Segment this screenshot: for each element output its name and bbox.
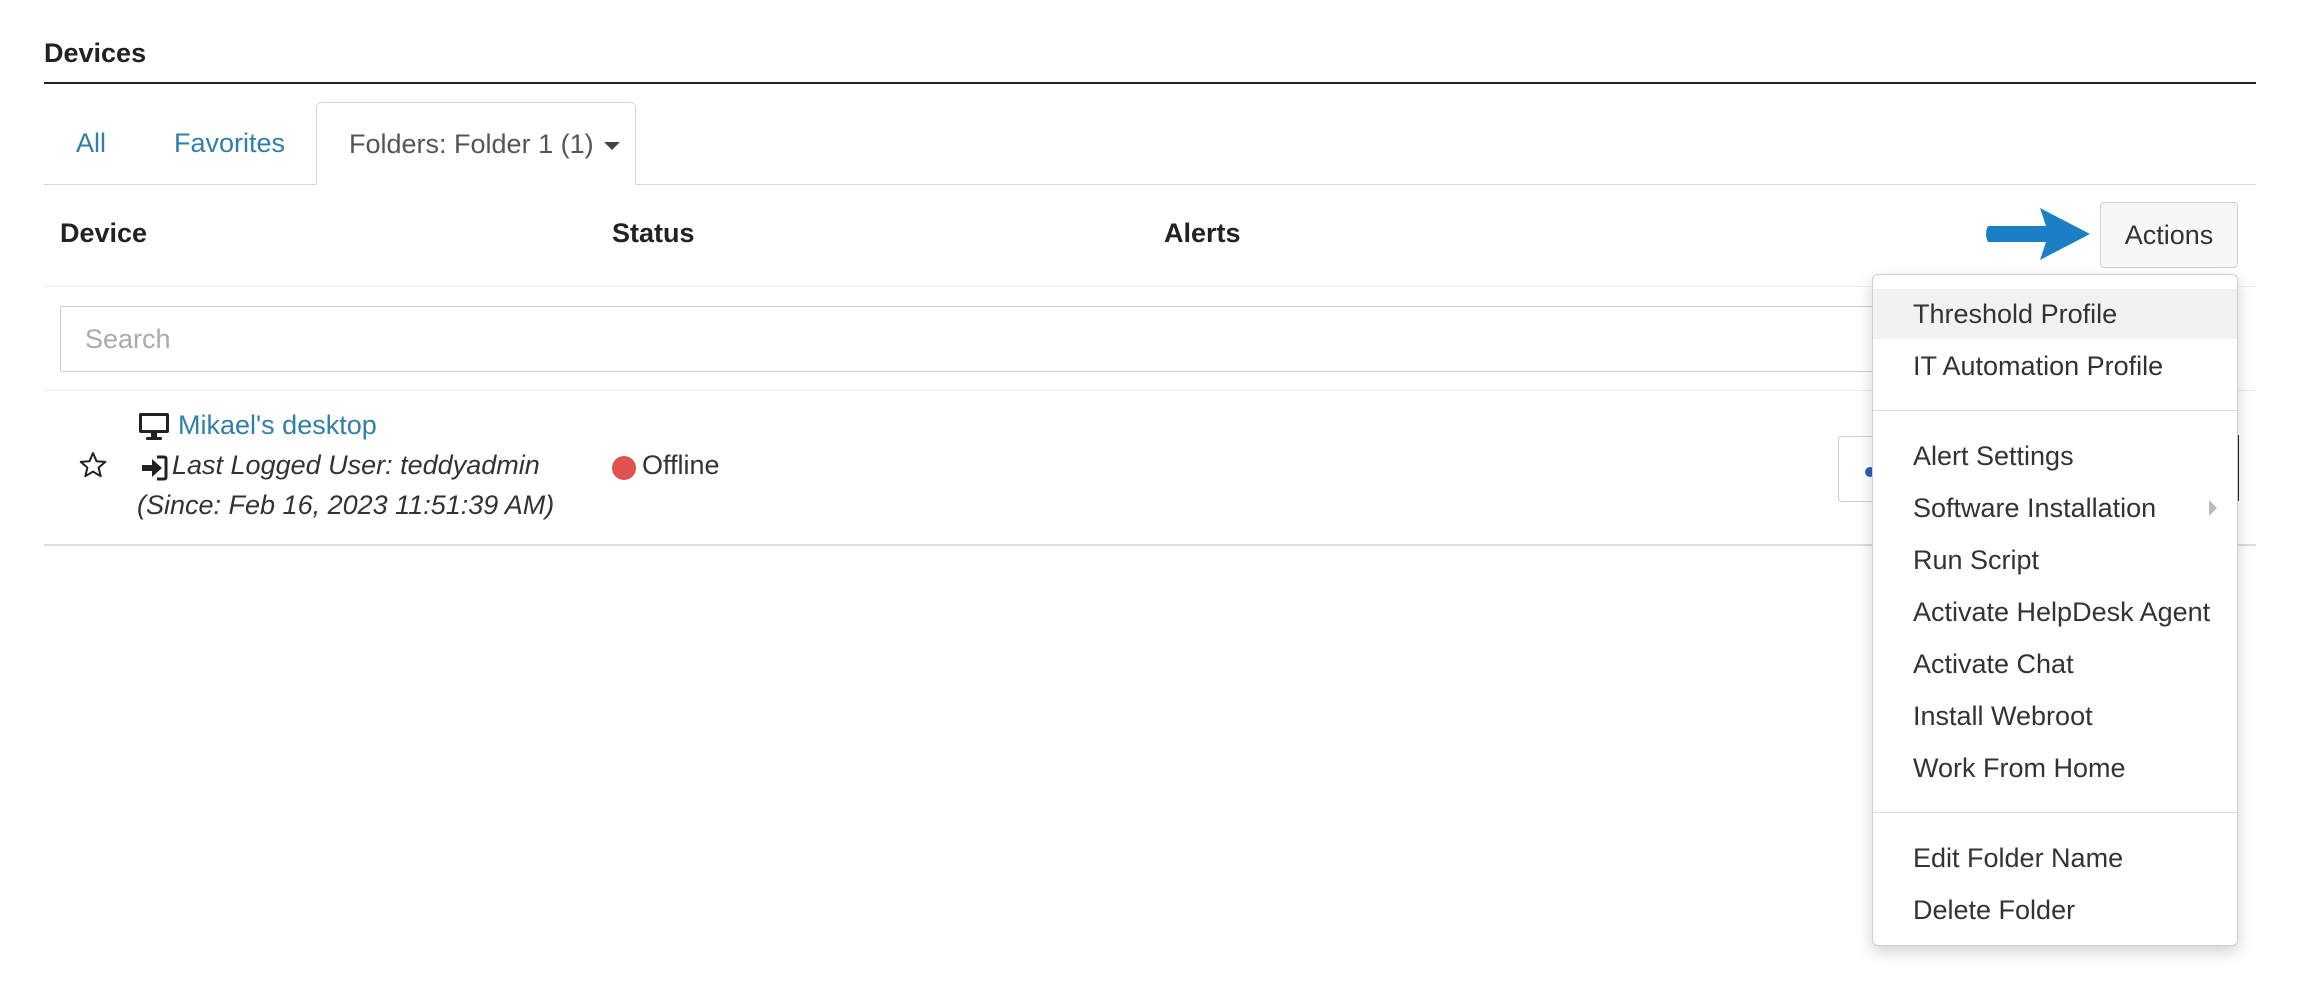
star-icon[interactable]	[78, 450, 108, 480]
menu-item-work-from-home[interactable]: Work From Home	[1873, 743, 2237, 793]
monitor-icon	[139, 413, 169, 440]
last-logged-user: Last Logged User: teddyadmin	[172, 450, 540, 480]
status-text: Offline	[642, 450, 720, 480]
menu-item-run-script[interactable]: Run Script	[1873, 535, 2237, 585]
menu-item-threshold-profile[interactable]: Threshold Profile	[1873, 289, 2237, 339]
since-timestamp: (Since: Feb 16, 2023 11:51:39 AM)	[137, 490, 555, 520]
status-indicator	[612, 456, 636, 480]
tab-folder-label: Folders: Folder 1 (1)	[349, 129, 594, 159]
menu-item-install-webroot[interactable]: Install Webroot	[1873, 691, 2237, 741]
column-header-device[interactable]: Device	[60, 218, 147, 249]
actions-button[interactable]: Actions	[2100, 202, 2238, 268]
column-header-status[interactable]: Status	[612, 218, 695, 249]
tab-all[interactable]: All	[76, 102, 106, 184]
chevron-right-icon	[2209, 500, 2217, 516]
menu-separator	[1873, 410, 2237, 411]
column-header-alerts[interactable]: Alerts	[1164, 218, 1241, 249]
tab-favorites[interactable]: Favorites	[174, 102, 285, 184]
tab-folder[interactable]: Folders: Folder 1 (1)	[316, 102, 636, 185]
menu-item-edit-folder-name[interactable]: Edit Folder Name	[1873, 833, 2237, 883]
sign-in-icon	[142, 455, 168, 481]
caret-down-icon	[603, 141, 620, 150]
actions-dropdown-menu: Threshold Profile IT Automation Profile …	[1872, 274, 2238, 946]
menu-item-alert-settings[interactable]: Alert Settings	[1873, 431, 2237, 481]
section-title: Devices	[44, 38, 147, 68]
menu-item-software-installation[interactable]: Software Installation	[1873, 483, 2237, 533]
menu-item-activate-helpdesk-agent[interactable]: Activate HelpDesk Agent	[1873, 587, 2237, 637]
tab-bar: All Favorites Folders: Folder 1 (1)	[44, 102, 2256, 185]
menu-item-activate-chat[interactable]: Activate Chat	[1873, 639, 2237, 689]
menu-item-it-automation-profile[interactable]: IT Automation Profile	[1873, 341, 2237, 391]
device-name-link[interactable]: Mikael's desktop	[178, 410, 377, 441]
menu-separator	[1873, 812, 2237, 813]
arrow-right-icon	[1986, 208, 2090, 260]
menu-item-software-installation-label: Software Installation	[1913, 493, 2157, 523]
devices-page: Devices All Favorites Folders: Folder 1 …	[0, 0, 2300, 1006]
title-divider	[44, 82, 2256, 84]
menu-item-delete-folder[interactable]: Delete Folder	[1873, 885, 2237, 935]
